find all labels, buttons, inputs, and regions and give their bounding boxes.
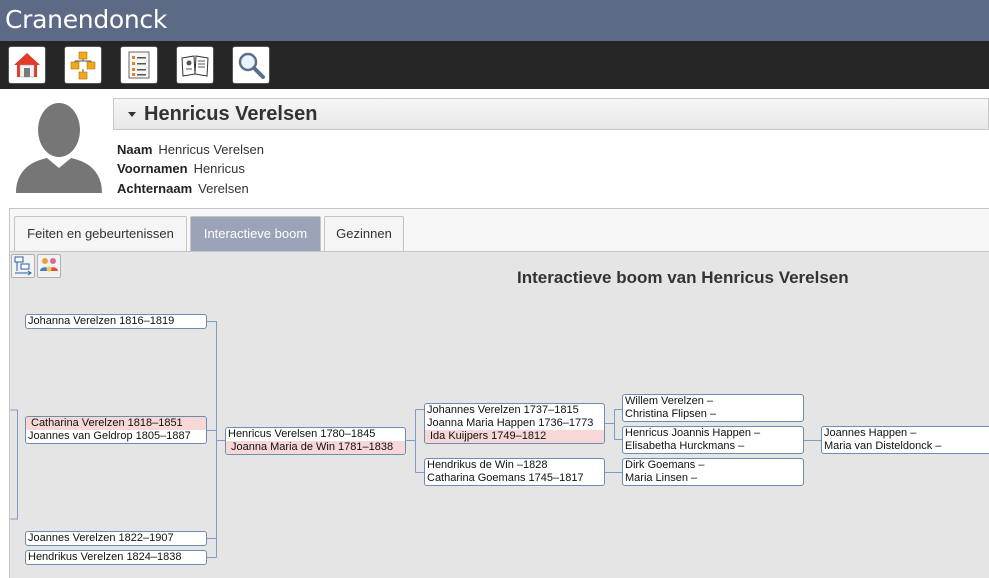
grandparent-willem-verelzen[interactable]: Willem Verelzen – Christina Flipsen – <box>622 394 804 422</box>
great-grandparent-joannes-happen[interactable]: Joannes Happen – Maria van Disteldonck – <box>821 426 989 454</box>
child-joannes[interactable]: Joannes Verelzen 1822–1907 <box>25 531 207 546</box>
person-line: Joannes Happen – <box>824 427 917 439</box>
person-line: Willem Verelzen – <box>625 395 714 407</box>
spouse-line: Christina Flipsen – <box>625 408 717 420</box>
person-line: Johannes Verelzen 1737–1815 <box>427 404 579 416</box>
parent-johannes-verelzen[interactable]: Johannes Verelzen 1737–1815 Joanna Maria… <box>424 403 605 444</box>
person-line: Joannes Verelzen 1822–1907 <box>28 532 174 544</box>
parent-hendrikus-de-win[interactable]: Hendrikus de Win –1828 Catharina Goemans… <box>424 458 605 486</box>
child-catharina[interactable]: Catharina Verelzen 1818–1851 Joannes van… <box>25 416 207 444</box>
person-line: Hendrikus Verelzen 1824–1838 <box>28 551 182 563</box>
grandparent-dirk-goemans[interactable]: Dirk Goemans – Maria Linsen – <box>622 458 804 486</box>
child-hendrikus[interactable]: Hendrikus Verelzen 1824–1838 <box>25 550 207 565</box>
root-person[interactable]: Henricus Verelsen 1780–1845 Joanna Maria… <box>225 427 406 455</box>
person-line: Henricus Verelsen 1780–1845 <box>228 428 376 440</box>
spouse-line: Catharina Goemans 1745–1817 <box>427 472 584 484</box>
person-line: Catharina Verelzen 1818–1851 <box>26 417 206 430</box>
spouse-line: Maria van Disteldonck – <box>824 440 942 452</box>
person-line: Henricus Joannis Happen – <box>625 427 761 439</box>
spouse-line: Joannes van Geldrop 1805–1887 <box>28 430 191 442</box>
spouse-line: Joanna Maria de Win 1781–1838 <box>226 441 405 454</box>
child-johanna[interactable]: Johanna Verelzen 1816–1819 <box>25 314 207 329</box>
spouse-line: Ida Kuijpers 1749–1812 <box>425 430 604 443</box>
person-line: Johanna Verelzen 1816–1819 <box>28 315 175 327</box>
person-line: Hendrikus de Win –1828 <box>427 459 548 471</box>
person-line: Dirk Goemans – <box>625 459 705 471</box>
grandparent-henricus-happen[interactable]: Henricus Joannis Happen – Elisabetha Hur… <box>622 426 804 454</box>
tree-connectors <box>10 321 821 558</box>
spouse-line: Joanna Maria Happen 1736–1773 <box>427 417 594 429</box>
spouse-line: Elisabetha Hurckmans – <box>625 440 745 452</box>
spouse-line: Maria Linsen – <box>625 472 698 484</box>
